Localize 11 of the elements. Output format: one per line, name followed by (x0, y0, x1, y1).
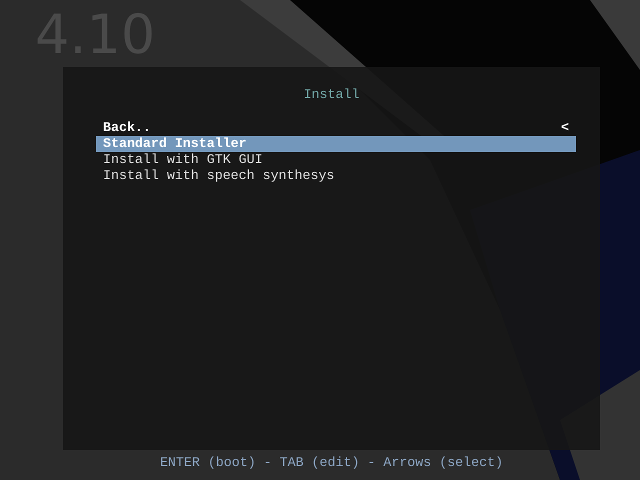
menu-item-label: Install with speech synthesys (103, 168, 334, 184)
help-line: ENTER (boot) - TAB (edit) - Arrows (select) (158, 455, 504, 471)
menu-item-label: Standard Installer (103, 136, 247, 152)
menu-title: Install (302, 87, 360, 103)
menu-item-label: Back.. (103, 120, 151, 136)
back-menu-item[interactable]: Back.. < (96, 120, 576, 136)
background-shape (590, 0, 640, 70)
menu-item-label: Install with GTK GUI (103, 152, 263, 168)
menu-item[interactable]: Install with speech synthesys (96, 168, 576, 184)
back-marker: < (561, 120, 569, 136)
menu-item[interactable]: Install with GTK GUI (96, 152, 576, 168)
